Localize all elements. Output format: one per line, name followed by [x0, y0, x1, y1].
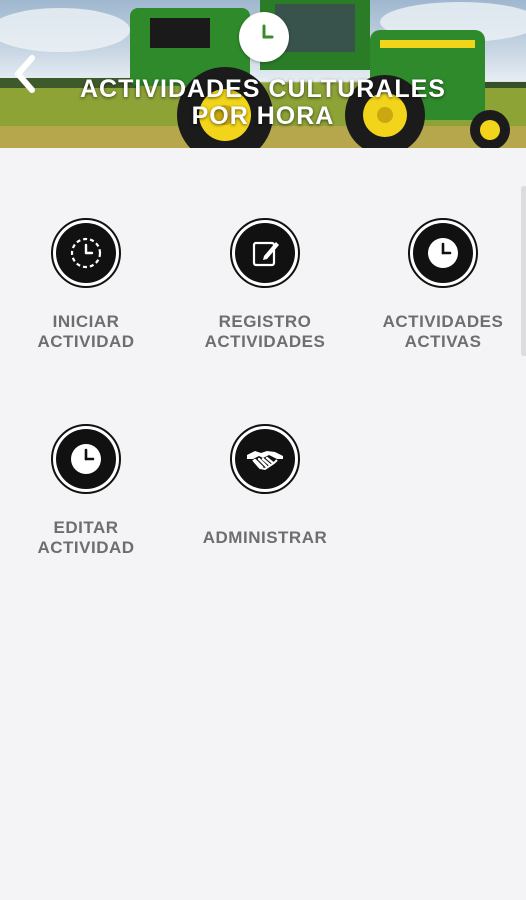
actividades-activas-button[interactable]: ACTIVIDADES ACTIVAS [358, 218, 526, 352]
editar-actividad-button[interactable]: EDITAR ACTIVIDAD [1, 424, 171, 558]
back-button[interactable] [8, 52, 44, 96]
iniciar-actividad-button[interactable]: INICIAR ACTIVIDAD [1, 218, 171, 352]
tile-icon-ring [230, 218, 300, 288]
chevron-left-icon [15, 55, 35, 93]
tile-label: EDITAR ACTIVIDAD [37, 518, 135, 557]
clock-icon [428, 238, 458, 268]
header-banner: ACTIVIDADES CULTURALES POR HORA [0, 0, 526, 148]
clock-badge [239, 12, 289, 62]
page-title: ACTIVIDADES CULTURALES POR HORA [80, 75, 446, 130]
handshake-icon [247, 451, 283, 471]
tile-label: REGISTRO ACTIVIDADES [204, 312, 326, 351]
registro-actividades-button[interactable]: REGISTRO ACTIVIDADES [180, 218, 350, 352]
tile-icon-ring [230, 424, 300, 494]
tile-icon-ring [51, 218, 121, 288]
tile-icon-ring [51, 424, 121, 494]
tile-label: ADMINISTRAR [202, 528, 328, 547]
tile-label: ACTIVIDADES ACTIVAS [382, 312, 504, 351]
clock-icon [71, 444, 101, 474]
tile-label: INICIAR ACTIVIDAD [37, 312, 135, 351]
clock-start-icon [70, 237, 102, 269]
edit-document-icon [252, 241, 279, 267]
administrar-button[interactable]: ADMINISTRAR [180, 424, 350, 548]
clock-icon [262, 24, 274, 39]
tile-icon-ring [408, 218, 478, 288]
